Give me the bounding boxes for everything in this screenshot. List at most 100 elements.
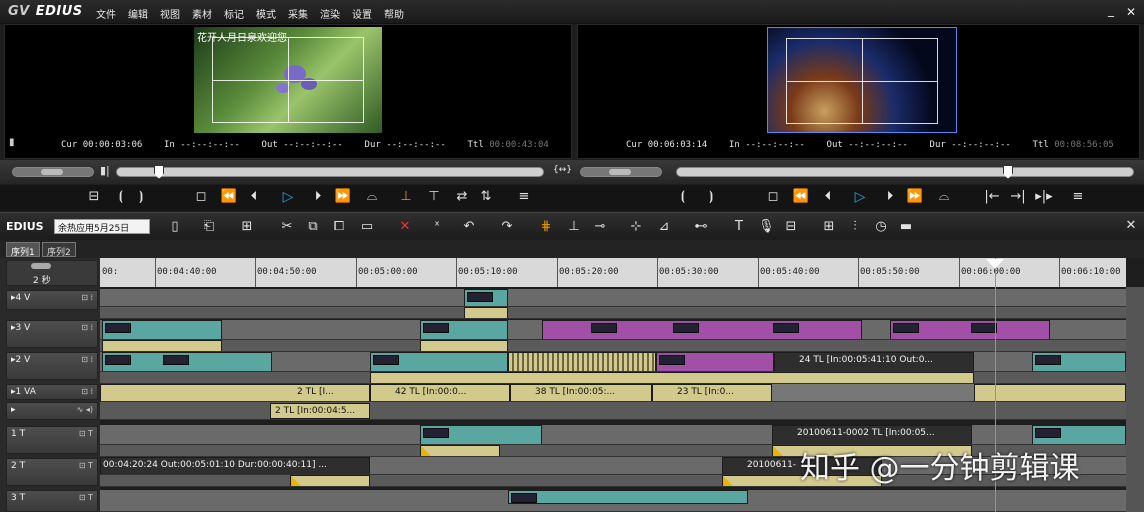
- playhead-marker[interactable]: [986, 259, 1004, 269]
- tab-sequence-2[interactable]: 序列2: [42, 242, 76, 258]
- shuttle-handle[interactable]: [609, 169, 631, 175]
- voice-over-icon[interactable]: 🎙: [758, 219, 775, 235]
- clip[interactable]: [464, 289, 508, 306]
- track-header-3v[interactable]: ▸3 V ⊡ ⁞: [6, 320, 98, 348]
- undo-icon[interactable]: ↶: [462, 219, 476, 235]
- rec-stop-button[interactable]: ◻: [766, 189, 780, 205]
- play-button[interactable]: ▷: [280, 189, 296, 205]
- clip-title[interactable]: 00:04:20:24 Out:00:05:01:10 Dur:00:00:40…: [100, 457, 370, 474]
- clip[interactable]: [890, 320, 1050, 339]
- rec-step-back-button[interactable]: ⏴: [820, 189, 836, 205]
- prev-edit-icon[interactable]: |←: [982, 189, 1002, 205]
- rec-set-out-button[interactable]: ⦘: [704, 189, 718, 205]
- clip-mix[interactable]: [420, 340, 508, 351]
- menu-help[interactable]: 帮助: [384, 6, 404, 21]
- clip[interactable]: [102, 352, 272, 371]
- clip[interactable]: [1032, 352, 1126, 371]
- copy-icon[interactable]: ⧉: [306, 219, 320, 235]
- overwrite-icon[interactable]: ⊤: [426, 189, 442, 205]
- sync-lock-icon[interactable]: ⊹: [628, 219, 644, 235]
- ripple-icon[interactable]: ▭: [358, 219, 376, 235]
- clip-2-tl-audio[interactable]: 2 TL [In:00:04:5...: [270, 403, 370, 419]
- shuttle-handle[interactable]: [41, 169, 63, 175]
- player-shuttle[interactable]: [12, 167, 94, 177]
- rec-loop-button[interactable]: ⌓: [936, 189, 952, 205]
- link-icon[interactable]: ⊸: [592, 219, 608, 235]
- fast-forward-button[interactable]: ⏩: [334, 189, 352, 205]
- track-header-2v[interactable]: ▸2 V ⊡ ⁞: [6, 352, 98, 380]
- export-icon[interactable]: ⇄: [454, 189, 470, 205]
- close-button[interactable]: ✕: [1126, 5, 1136, 19]
- track-lock-icon[interactable]: ⊡ ⁞: [81, 323, 93, 332]
- clip-24-tl[interactable]: 24 TL [In:00:05:41:10 Out:0...: [774, 352, 974, 371]
- new-sequence-icon[interactable]: ▯: [168, 219, 182, 235]
- title-track-icon[interactable]: ⊡ T: [79, 429, 93, 438]
- audio-waveform-icon[interactable]: ∿ ◂): [77, 405, 93, 414]
- menu-edit[interactable]: 编辑: [128, 6, 148, 21]
- timeline-ruler[interactable]: 00: 00:04:40:00 00:04:50:00 00:05:00:00 …: [100, 258, 1126, 287]
- track-lock-icon[interactable]: ⊡ ⁞: [81, 293, 93, 302]
- clip-38-tl[interactable]: 38 TL [In:00:05:...: [510, 384, 652, 401]
- clip-23-tl[interactable]: 23 TL [In:0...: [652, 384, 772, 401]
- track-header-4v[interactable]: ▸4 V ⊡ ⁞: [6, 290, 98, 310]
- loop-button[interactable]: ⌓: [364, 189, 380, 205]
- clip-mix[interactable]: [370, 372, 974, 383]
- minimize-button[interactable]: _: [1108, 3, 1114, 17]
- clip[interactable]: [542, 320, 862, 339]
- ripple-delete-icon[interactable]: ˣ: [430, 219, 444, 235]
- player-position-slider[interactable]: [116, 165, 544, 179]
- marker-icon[interactable]: ⊷: [692, 219, 710, 235]
- track-1t[interactable]: 20100611-0002 TL [In:00:05...: [100, 425, 1126, 445]
- track-lock-icon[interactable]: ⊡ ⁞: [81, 355, 93, 364]
- track-lock-icon[interactable]: ⊡ ⁞: [81, 387, 93, 396]
- menu-view[interactable]: 视图: [160, 6, 180, 21]
- menu-clip[interactable]: 素材: [192, 6, 212, 21]
- clip-2-tl[interactable]: 2 TL [I...: [100, 384, 370, 401]
- options-icon[interactable]: ≡: [516, 189, 532, 205]
- track-3v[interactable]: [100, 320, 1126, 340]
- clip[interactable]: [102, 320, 222, 339]
- rewind-button[interactable]: ⏪: [220, 189, 238, 205]
- clip-mix[interactable]: [464, 307, 508, 318]
- clock-icon[interactable]: ◷: [874, 219, 888, 235]
- settings-icon[interactable]: ▬: [898, 219, 914, 235]
- track-1va-video[interactable]: 2 TL [I... 42 TL [In:00:0... 38 TL [In:0…: [100, 384, 1126, 402]
- track-3t[interactable]: [100, 490, 1126, 512]
- scale-slider[interactable]: [31, 263, 51, 269]
- menu-mode[interactable]: 模式: [256, 6, 276, 21]
- add-cut-icon[interactable]: ⋕: [538, 219, 554, 235]
- clip-dissolve[interactable]: [508, 352, 656, 371]
- scale-control[interactable]: 2 秒: [6, 260, 98, 286]
- track-4v[interactable]: [100, 289, 1126, 307]
- render-icon[interactable]: ⊟: [782, 219, 800, 235]
- track-1va-audio[interactable]: 2 TL [In:00:04:5...: [100, 402, 1126, 420]
- redo-icon[interactable]: ↷: [500, 219, 514, 235]
- link-sync-icon[interactable]: {↔}: [553, 165, 572, 175]
- menu-settings[interactable]: 设置: [352, 6, 372, 21]
- clip[interactable]: [656, 352, 774, 371]
- player-monitor[interactable]: 花开人月日泉欢迎您 ▮ Cur 00:00:03:06 In --:--:--:…: [4, 24, 572, 159]
- menu-capture[interactable]: 采集: [288, 6, 308, 21]
- clip[interactable]: [420, 320, 508, 339]
- sequence-name-field[interactable]: 余热应用5月25日: [54, 219, 150, 234]
- recorder-position-handle[interactable]: [1003, 165, 1013, 179]
- track-header-3t[interactable]: 3 T ⊡ T: [6, 490, 98, 512]
- step-back-button[interactable]: ⏴: [246, 189, 262, 205]
- set-in-button[interactable]: ⦗: [114, 189, 128, 205]
- group-icon[interactable]: ⊥: [566, 219, 582, 235]
- cut-icon[interactable]: ✂: [280, 219, 294, 235]
- clip-mix[interactable]: [420, 445, 500, 456]
- rec-set-in-button[interactable]: ⦗: [676, 189, 690, 205]
- clip-mix[interactable]: [290, 475, 370, 486]
- track-header-1t[interactable]: 1 T ⊡ T: [6, 426, 98, 454]
- menu-render[interactable]: 渲染: [320, 6, 340, 21]
- timeline-close-icon[interactable]: ✕: [1124, 218, 1138, 234]
- step-forward-button[interactable]: ⏵: [310, 189, 326, 205]
- menu-marker[interactable]: 标记: [224, 6, 244, 21]
- track-2v[interactable]: 24 TL [In:00:05:41:10 Out:0...: [100, 352, 1126, 372]
- recorder-position-slider[interactable]: [676, 165, 1134, 179]
- menu-file[interactable]: 文件: [96, 6, 116, 21]
- track-header-2t[interactable]: 2 T ⊡ T: [6, 458, 98, 486]
- rec-rewind-button[interactable]: ⏪: [792, 189, 810, 205]
- recorder-monitor[interactable]: Cur 00:06:03:14 In --:--:--:-- Out --:--…: [577, 24, 1140, 159]
